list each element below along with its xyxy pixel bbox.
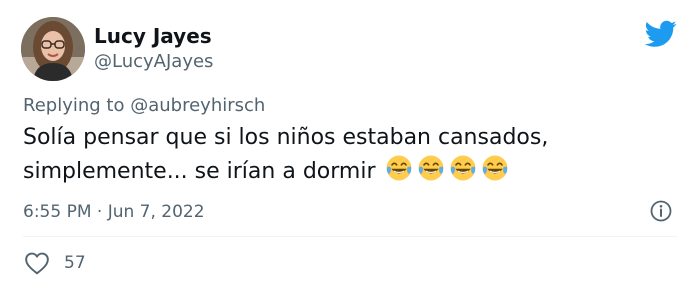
heart-icon[interactable] <box>24 251 50 275</box>
divider <box>23 236 677 237</box>
reply-context: Replying to @aubreyhirsch <box>23 95 265 117</box>
author-handle[interactable]: @LucyAJayes <box>94 51 213 73</box>
tweet-text-line-1: Solía pensar que si los niños estaban ca… <box>23 125 549 150</box>
twitter-bird-icon[interactable] <box>645 20 677 48</box>
emoji-group <box>385 154 513 192</box>
tweet-text: Solía pensar que si los niños estaban ca… <box>23 121 663 192</box>
tweet-text-line-2: simplemente... se irían a dormir <box>23 159 376 184</box>
tweet-card: Lucy Jayes @LucyAJayes Replying to @aubr… <box>0 0 700 288</box>
reply-prefix: Replying to <box>23 95 125 116</box>
like-button[interactable]: 57 <box>24 251 86 275</box>
face-with-tears-of-joy-icon <box>451 155 476 181</box>
face-with-tears-of-joy-icon <box>419 155 444 181</box>
avatar-image <box>21 17 85 81</box>
reply-mention-link[interactable]: @aubreyhirsch <box>130 95 265 116</box>
author-display-name[interactable]: Lucy Jayes <box>94 24 212 48</box>
avatar[interactable] <box>21 17 85 81</box>
info-icon[interactable] <box>649 199 673 223</box>
face-with-tears-of-joy-icon <box>483 155 508 181</box>
face-with-tears-of-joy-icon <box>387 155 412 181</box>
like-count: 57 <box>64 253 86 273</box>
tweet-timestamp[interactable]: 6:55 PM · Jun 7, 2022 <box>23 201 205 223</box>
